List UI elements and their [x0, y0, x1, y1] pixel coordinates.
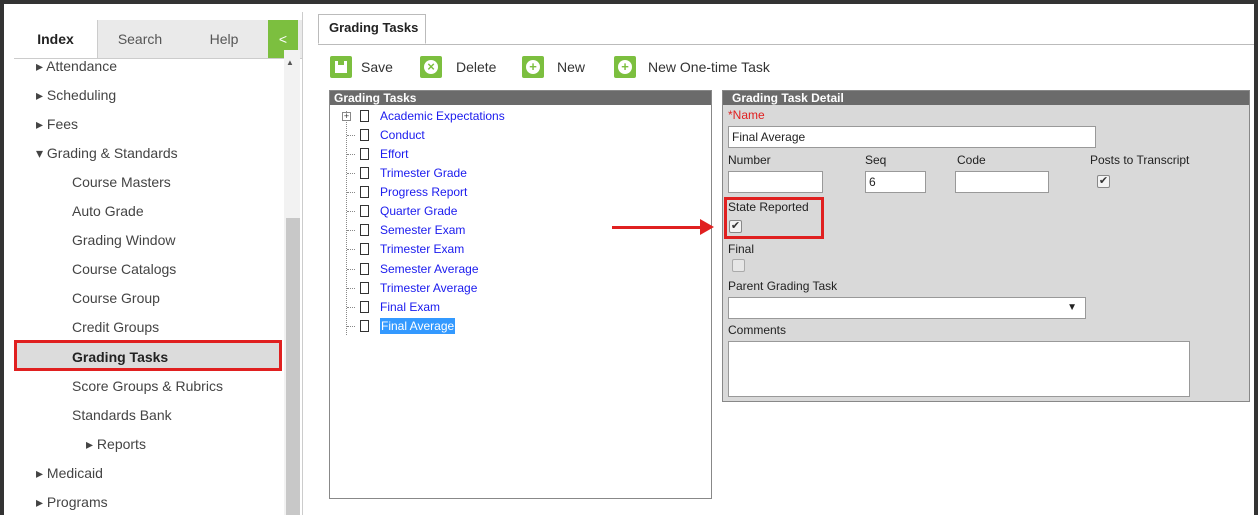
- sidebar-item-course-catalogs[interactable]: Course Catalogs: [72, 255, 176, 284]
- grading-tasks-panel: Grading Tasks + Academic Expectations Co…: [329, 90, 712, 499]
- code-label: Code: [957, 153, 986, 167]
- sidebar-item-grading-standards[interactable]: ▾ Grading & Standards: [36, 139, 178, 168]
- tab-help[interactable]: Help: [182, 20, 266, 58]
- document-icon: [360, 129, 369, 141]
- document-icon: [360, 148, 369, 160]
- final-label: Final: [728, 242, 755, 256]
- arrow-right-icon: [700, 219, 714, 235]
- posts-to-transcript-checkbox[interactable]: ✔: [1097, 175, 1110, 188]
- tree-connector: [346, 111, 347, 335]
- sidebar-item-standards-bank[interactable]: Standards Bank: [72, 401, 172, 430]
- document-icon: [360, 167, 369, 179]
- sidebar-item-credit-groups[interactable]: Credit Groups: [72, 313, 159, 342]
- sidebar-item-course-masters[interactable]: Course Masters: [72, 168, 171, 197]
- grading-task-detail-panel: Grading Task Detail *Name Final Average …: [722, 90, 1250, 402]
- posts-to-transcript-label: Posts to Transcript: [1090, 153, 1190, 167]
- sidebar-scrollbar-thumb[interactable]: [286, 218, 300, 515]
- document-icon: [360, 320, 369, 332]
- sidebar-item-grading-tasks[interactable]: Grading Tasks: [72, 343, 168, 372]
- new-one-time-task-label: New One-time Task: [648, 59, 770, 75]
- scroll-up-arrow-icon[interactable]: ▲: [286, 58, 294, 67]
- number-label: Number: [728, 153, 771, 167]
- sidebar-item-auto-grade[interactable]: Auto Grade: [72, 197, 144, 226]
- grading-tasks-panel-title: Grading Tasks: [330, 91, 711, 105]
- detail-panel-title: Grading Task Detail: [723, 91, 1249, 105]
- parent-grading-task-select[interactable]: ▼: [728, 297, 1086, 319]
- document-icon: [360, 110, 369, 122]
- name-field[interactable]: Final Average: [728, 126, 1096, 148]
- final-checkbox[interactable]: [732, 259, 745, 272]
- new-one-time-task-icon: +: [614, 56, 636, 78]
- expand-icon[interactable]: +: [342, 112, 351, 121]
- state-reported-highlight-box: [724, 197, 824, 239]
- number-field[interactable]: [728, 171, 823, 193]
- delete-icon: ×: [420, 56, 442, 78]
- delete-label: Delete: [456, 59, 497, 75]
- document-icon: [360, 224, 369, 236]
- document-icon: [360, 243, 369, 255]
- comments-textarea[interactable]: [728, 341, 1190, 397]
- save-icon: [330, 56, 352, 78]
- name-label: *Name: [728, 108, 765, 122]
- sidebar-item-reports[interactable]: ▸ Reports: [86, 430, 146, 459]
- sidebar-item-scheduling[interactable]: ▸ Scheduling: [36, 81, 116, 110]
- sidebar-item-course-group[interactable]: Course Group: [72, 284, 160, 313]
- new-label: New: [557, 59, 586, 75]
- document-icon: [360, 301, 369, 313]
- annotation-arrow: [612, 226, 702, 229]
- seq-label: Seq: [865, 153, 887, 167]
- document-icon: [360, 205, 369, 217]
- comments-label: Comments: [728, 323, 787, 337]
- tab-grading-tasks[interactable]: Grading Tasks: [318, 14, 426, 44]
- sidebar-item-programs[interactable]: ▸ Programs: [36, 488, 108, 517]
- seq-field[interactable]: 6: [865, 171, 926, 193]
- document-icon: [360, 186, 369, 198]
- code-field[interactable]: [955, 171, 1049, 193]
- sidebar-item-grading-window[interactable]: Grading Window: [72, 226, 176, 255]
- save-label: Save: [361, 59, 393, 75]
- parent-grading-task-label: Parent Grading Task: [728, 279, 838, 293]
- sidebar-item-score-groups-rubrics[interactable]: Score Groups & Rubrics: [72, 372, 223, 401]
- sidebar-item-fees[interactable]: ▸ Fees: [36, 110, 78, 139]
- new-icon: +: [522, 56, 544, 78]
- sidebar-item-attendance[interactable]: ▸ Attendance: [36, 52, 117, 81]
- chevron-down-icon: ▼: [1067, 302, 1077, 313]
- document-icon: [360, 282, 369, 294]
- sidebar-item-medicaid[interactable]: ▸ Medicaid: [36, 459, 103, 488]
- document-tab-bar: Grading Tasks: [318, 14, 1254, 45]
- document-icon: [360, 263, 369, 275]
